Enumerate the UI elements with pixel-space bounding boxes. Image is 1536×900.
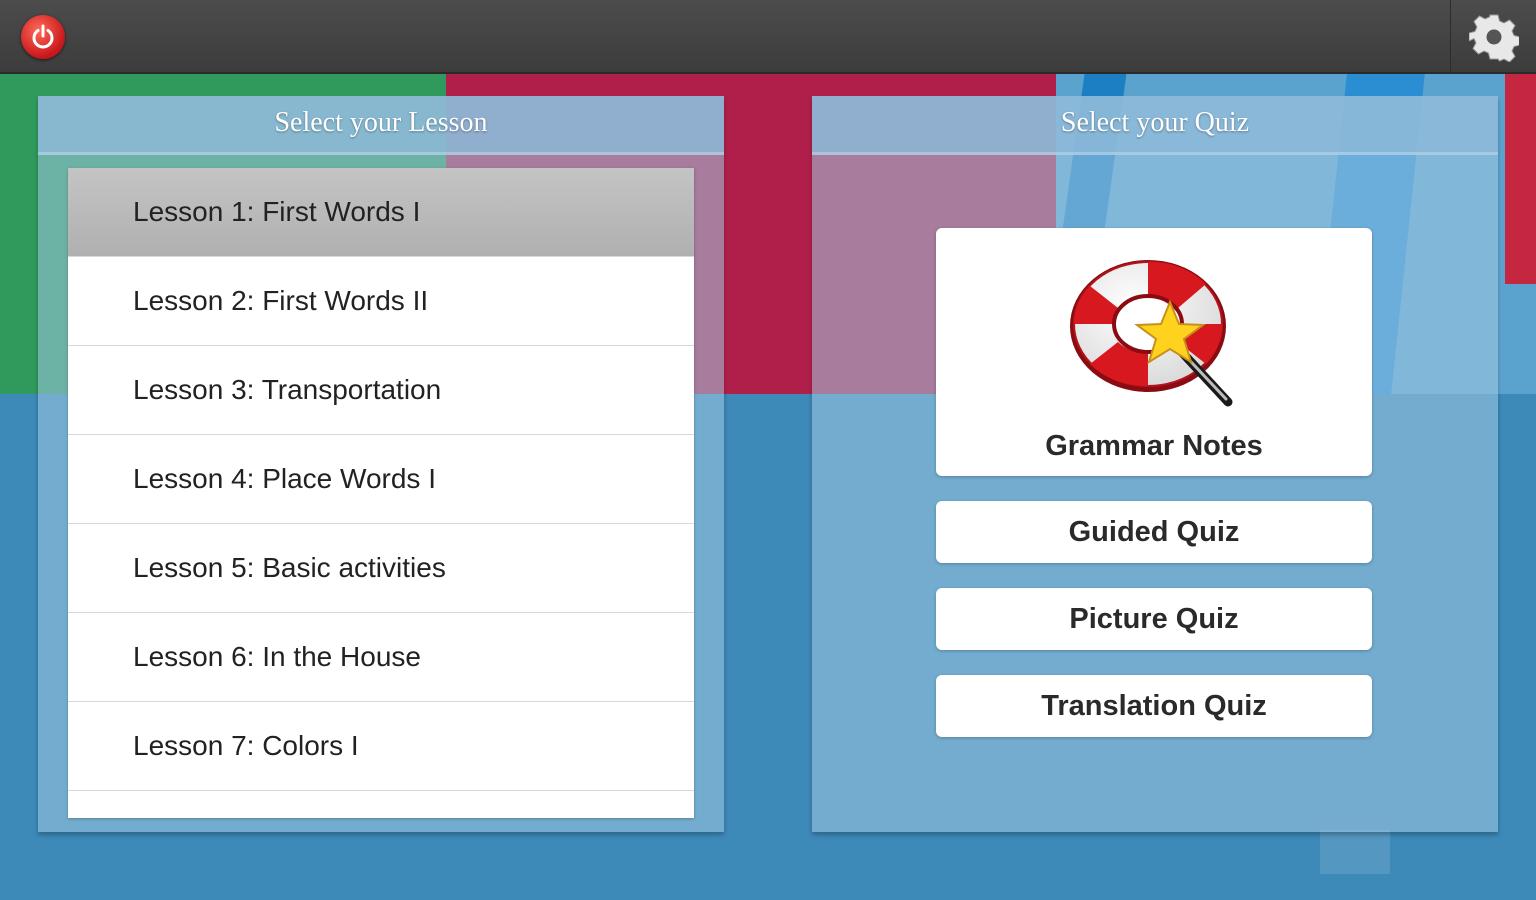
lesson-item-2[interactable]: Lesson 2: First Words II: [68, 257, 694, 346]
background-square: [1320, 830, 1390, 874]
lesson-label: Lesson 1: First Words I: [133, 196, 421, 227]
lesson-label: Lesson 5: Basic activities: [133, 552, 446, 583]
lesson-item-7[interactable]: Lesson 7: Colors I: [68, 702, 694, 791]
power-button[interactable]: [21, 15, 65, 59]
lifebuoy-star-wand-icon: [1070, 260, 1233, 407]
grammar-notes-button[interactable]: Grammar Notes: [936, 228, 1372, 476]
background-stripe: [1505, 74, 1536, 284]
lesson-item-6[interactable]: Lesson 6: In the House: [68, 613, 694, 702]
lesson-label: Lesson 6: In the House: [133, 641, 421, 672]
lesson-panel: Select your Lesson Lesson 1: First Words…: [38, 96, 724, 832]
power-icon: [32, 24, 54, 49]
lesson-label: Lesson 4: Place Words I: [133, 463, 436, 494]
lesson-label: Lesson 7: Colors I: [133, 730, 359, 761]
lesson-item-5[interactable]: Lesson 5: Basic activities: [68, 524, 694, 613]
quiz-panel-title: Select your Quiz: [812, 96, 1498, 155]
settings-button[interactable]: [1450, 0, 1536, 74]
guided-quiz-button[interactable]: Guided Quiz: [936, 501, 1372, 563]
lesson-item-3[interactable]: Lesson 3: Transportation: [68, 346, 694, 435]
lesson-label: Lesson 2: First Words II: [133, 285, 429, 316]
translation-quiz-button[interactable]: Translation Quiz: [936, 675, 1372, 737]
lesson-item-4[interactable]: Lesson 4: Place Words I: [68, 435, 694, 524]
lesson-panel-title: Select your Lesson: [38, 96, 724, 155]
lesson-list[interactable]: Lesson 1: First Words I Lesson 2: First …: [68, 168, 694, 818]
picture-quiz-button[interactable]: Picture Quiz: [936, 588, 1372, 650]
gear-icon: [1469, 14, 1519, 62]
lesson-item-1[interactable]: Lesson 1: First Words I: [68, 168, 694, 257]
grammar-notes-label: Grammar Notes: [1045, 430, 1263, 462]
top-toolbar: [0, 0, 1536, 74]
lesson-label: Lesson 3: Transportation: [133, 374, 442, 405]
quiz-panel: Select your Quiz Grammar Notes Guided Qu…: [812, 96, 1498, 832]
